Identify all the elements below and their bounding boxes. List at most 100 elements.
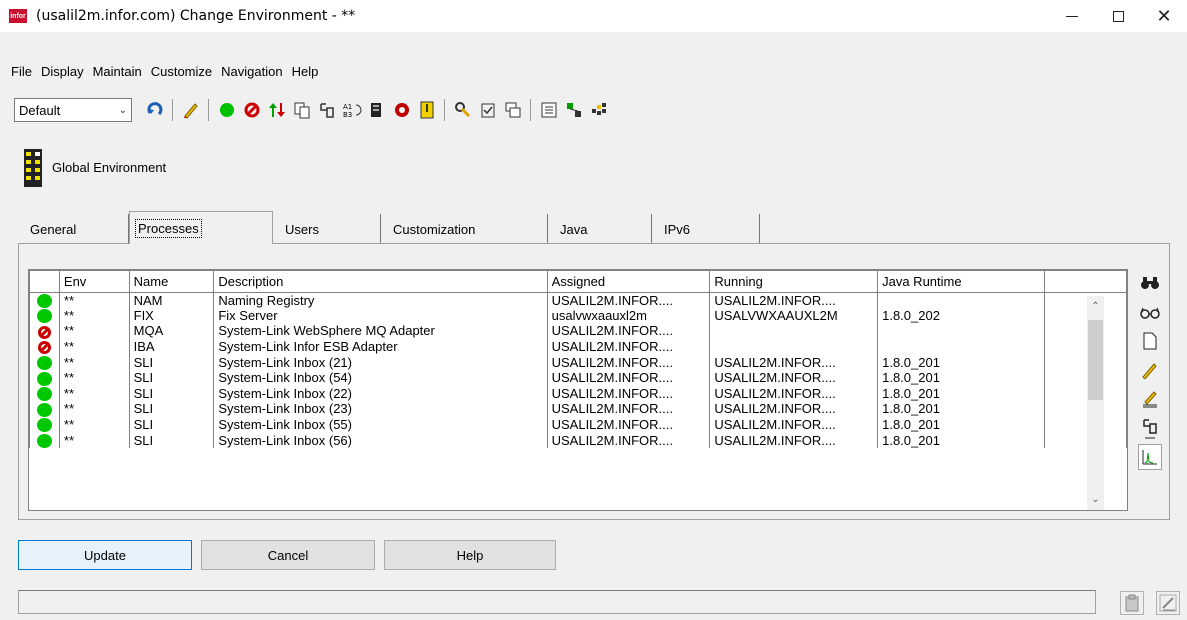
close-button[interactable]: ✕: [1141, 0, 1187, 32]
svg-text:B3: B3: [343, 111, 352, 119]
cell-env: **: [58, 386, 130, 402]
cell-env: **: [58, 308, 130, 324]
cell-name: SLI: [128, 417, 215, 433]
column-header-status[interactable]: [29, 270, 60, 293]
tools-icon[interactable]: [452, 99, 473, 121]
cell-name: SLI: [128, 354, 215, 371]
cell-assigned: usalvwxaauxl2m: [546, 308, 711, 324]
pencil-icon[interactable]: [1138, 357, 1162, 383]
tab-processes[interactable]: Processes: [129, 211, 273, 244]
alarm-icon[interactable]: [391, 99, 412, 121]
status-cell: [29, 339, 60, 355]
tab-java[interactable]: Java: [548, 214, 652, 244]
table-row[interactable]: ** FIX Fix Server usalvwxaauxl2m USALVWXAAUX…: [29, 308, 1127, 324]
edit-lines-icon[interactable]: [1138, 386, 1162, 412]
column-header-env[interactable]: Env: [58, 270, 130, 293]
tab-users-label: Users: [285, 221, 319, 237]
column-header-description[interactable]: Description: [213, 270, 548, 293]
menu-navigation[interactable]: Navigation: [221, 64, 282, 79]
server-icon[interactable]: [366, 99, 387, 121]
copy-icon[interactable]: [291, 99, 312, 121]
tab-ipv6[interactable]: IPv6: [652, 214, 760, 244]
cell-java: 1.8.0_201: [877, 354, 1046, 371]
binoculars-icon[interactable]: [1138, 270, 1162, 296]
chevron-down-icon: ⌄: [118, 104, 127, 116]
glasses-icon[interactable]: [1138, 299, 1162, 325]
tab-customization[interactable]: Customization: [381, 214, 548, 244]
table-row[interactable]: ** SLI System-Link Inbox (55) USALIL2M.INFO…: [29, 417, 1127, 433]
sort-icon[interactable]: A1 B3: [341, 99, 362, 121]
table-row[interactable]: ** SLI System-Link Inbox (56) USALIL2M.INFO…: [29, 432, 1127, 449]
cell-name: SLI: [128, 432, 215, 449]
menu-help[interactable]: Help: [292, 64, 319, 79]
move-arrows-icon[interactable]: [266, 99, 287, 121]
maximize-button[interactable]: [1095, 0, 1141, 32]
menu-customize[interactable]: Customize: [151, 64, 212, 79]
menu-maintain[interactable]: Maintain: [93, 64, 142, 79]
cell-empty: [1044, 432, 1127, 449]
title-bar: infor (usalil2m.infor.com) Change Enviro…: [0, 0, 1187, 32]
start-green-icon[interactable]: [216, 99, 237, 121]
edit-pencil-icon[interactable]: [180, 99, 201, 121]
plug-icon[interactable]: [316, 99, 337, 121]
column-header-java-runtime[interactable]: Java Runtime: [877, 270, 1046, 293]
tab-processes-label: Processes: [135, 218, 202, 238]
running-status-icon: [36, 355, 52, 370]
status-cell: [29, 323, 60, 340]
cell-java: [877, 292, 1046, 309]
plug-icon[interactable]: [1138, 415, 1162, 441]
column-header-assigned[interactable]: Assigned: [546, 270, 711, 293]
new-document-icon[interactable]: [1138, 328, 1162, 354]
stopped-status-icon: [37, 325, 51, 339]
table-row[interactable]: ** SLI System-Link Inbox (21) USALIL2M.INFO…: [29, 354, 1127, 371]
tab-users[interactable]: Users: [273, 214, 381, 244]
cancel-button[interactable]: Cancel: [201, 540, 375, 570]
table-row[interactable]: ** MQA System-Link WebSphere MQ Adapter USA…: [29, 323, 1127, 340]
stop-icon[interactable]: [241, 99, 262, 121]
view-select[interactable]: Default ⌄: [14, 98, 132, 122]
running-status-icon: [36, 293, 52, 308]
cell-description: Naming Registry: [213, 292, 548, 309]
status-cell: [29, 370, 60, 387]
cell-running: [709, 339, 879, 355]
chart-icon[interactable]: [1138, 444, 1162, 470]
column-header-name[interactable]: Name: [128, 270, 215, 293]
cell-description: System-Link Inbox (56): [213, 432, 548, 449]
clipboard-icon[interactable]: [1120, 591, 1144, 615]
update-button[interactable]: Update: [18, 540, 192, 570]
cell-assigned: USALIL2M.INFOR....: [546, 323, 711, 340]
windows-icon[interactable]: [502, 99, 523, 121]
yellow-doc-icon[interactable]: [416, 99, 437, 121]
scroll-down-arrow-icon[interactable]: ⌄: [1087, 491, 1104, 508]
table-row[interactable]: ** IBA System-Link Infor ESB Adapter USALIL…: [29, 339, 1127, 355]
cell-empty: [1044, 370, 1127, 387]
grid-vertical-scrollbar[interactable]: ⌃ ⌄: [1087, 296, 1104, 510]
infor-app-icon: infor: [9, 9, 27, 23]
cell-assigned: USALIL2M.INFOR....: [546, 417, 711, 433]
column-header-empty: [1044, 270, 1127, 293]
refresh-icon[interactable]: [144, 99, 165, 121]
table-row[interactable]: ** NAM Naming Registry USALIL2M.INFOR.... US…: [29, 292, 1127, 309]
process-grid: Env Name Description Assigned Running Ja…: [28, 269, 1128, 511]
scroll-thumb[interactable]: [1088, 320, 1103, 400]
column-header-running[interactable]: Running: [709, 270, 879, 293]
cell-running: [709, 323, 879, 340]
grid-icon[interactable]: [588, 99, 609, 121]
tab-general[interactable]: General: [18, 214, 129, 244]
cell-description: System-Link Inbox (21): [213, 354, 548, 371]
table-row[interactable]: ** SLI System-Link Inbox (23) USALIL2M.INFO…: [29, 401, 1127, 418]
table-row[interactable]: ** SLI System-Link Inbox (54) USALIL2M.INFO…: [29, 370, 1127, 387]
network-icon[interactable]: [563, 99, 584, 121]
minimize-button[interactable]: [1049, 0, 1095, 32]
help-button[interactable]: Help: [384, 540, 556, 570]
table-row[interactable]: ** SLI System-Link Inbox (22) USALIL2M.INFO…: [29, 386, 1127, 402]
menu-file[interactable]: File: [11, 64, 32, 79]
running-status-icon: [36, 371, 52, 386]
list-icon[interactable]: [538, 99, 559, 121]
menu-display[interactable]: Display: [41, 64, 84, 79]
scroll-up-arrow-icon[interactable]: ⌃: [1087, 298, 1104, 315]
checklist-icon[interactable]: [477, 99, 498, 121]
clear-edit-icon[interactable]: [1156, 591, 1180, 615]
status-bar: [18, 590, 1096, 614]
cell-empty: [1044, 308, 1127, 324]
